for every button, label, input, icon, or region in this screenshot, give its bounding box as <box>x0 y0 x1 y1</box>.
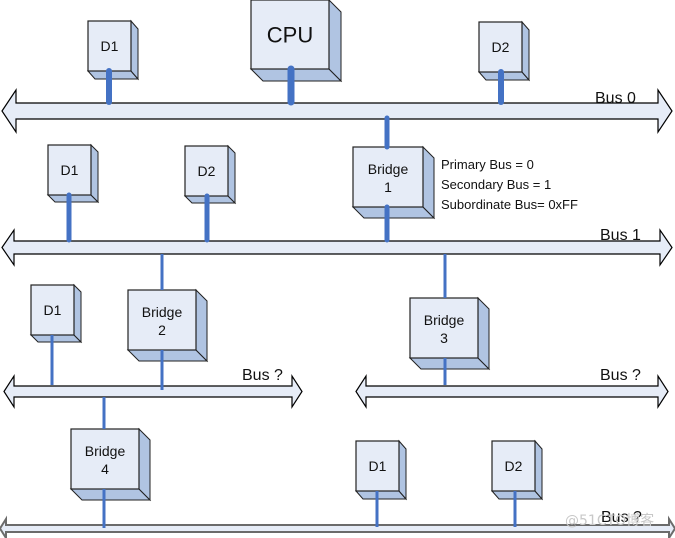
node-number: 1 <box>384 179 392 195</box>
node-bottom-face <box>126 349 209 362</box>
node-label: D2 <box>505 458 523 474</box>
node-bridge3: Bridge 3 <box>408 296 491 371</box>
bridge1-subordinate-bus: Subordinate Bus= 0xFF <box>441 197 578 212</box>
node-cpu: CPU <box>249 0 343 83</box>
bus-right-label: Bus ? <box>600 367 641 384</box>
node-b1-d2: D2 <box>183 144 237 205</box>
node-right-face <box>195 288 208 363</box>
node-front-face <box>70 428 140 490</box>
node-label: D2 <box>198 163 216 179</box>
node-number: 3 <box>440 330 448 346</box>
bridge1-primary-bus: Primary Bus = 0 <box>441 157 534 172</box>
node-right-face <box>477 296 490 371</box>
node-right-face <box>138 427 151 502</box>
node-right-face <box>534 439 543 501</box>
node-label: D1 <box>44 302 62 318</box>
node-right-face <box>227 144 236 205</box>
node-label: D1 <box>369 458 387 474</box>
bus-left-label: Bus ? <box>242 367 283 384</box>
node-b4-d2: D2 <box>490 439 544 501</box>
node-right-face <box>521 20 530 82</box>
node-bottom-face <box>46 194 100 203</box>
node-front-face <box>409 297 479 359</box>
pci-bus-diagram: CPUD1 D2Bridge1D1 D2D1 Bridge2Bridge3Bridge… <box>0 0 675 538</box>
node-right-face <box>398 439 407 501</box>
node-bottom-face <box>354 490 408 500</box>
node-bridge1: Bridge 1 <box>351 145 436 220</box>
node-bottom-face <box>183 195 237 204</box>
node-label: D1 <box>101 38 119 54</box>
node-b4-d1: D1 <box>354 439 408 501</box>
node-right-face <box>328 0 342 83</box>
node-number: 2 <box>158 322 166 338</box>
node-bottom-face <box>490 490 544 500</box>
node-b0-d1: D1 <box>86 19 140 81</box>
node-bottom-face <box>249 68 343 82</box>
node-label: Bridge <box>424 312 465 328</box>
bus-1-label: Bus 1 <box>600 227 641 244</box>
node-right-face <box>73 283 82 344</box>
node-label: CPU <box>267 22 313 47</box>
bus-arrow-bus0 <box>1 88 673 134</box>
node-b2-d1: D1 <box>29 283 83 344</box>
node-bridge2: Bridge 2 <box>126 288 209 363</box>
node-front-face <box>127 289 197 351</box>
bus-0-label: Bus 0 <box>595 90 636 107</box>
node-b0-d2: D2 <box>477 20 531 82</box>
node-label: D1 <box>61 162 79 178</box>
node-label: Bridge <box>142 304 183 320</box>
node-right-face <box>130 19 139 81</box>
node-label: D2 <box>492 39 510 55</box>
node-bottom-face <box>351 206 436 219</box>
bridge1-secondary-bus: Secondary Bus = 1 <box>441 177 551 192</box>
bus-arrow-bus1 <box>1 228 673 267</box>
node-label: Bridge <box>368 161 409 177</box>
watermark: @51CTO博客 <box>565 512 654 529</box>
node-bottom-face <box>29 334 83 343</box>
node-number: 4 <box>101 461 109 477</box>
node-bottom-face <box>408 357 491 370</box>
node-b1-d1: D1 <box>46 143 100 204</box>
node-bridge4: Bridge 4 <box>69 427 152 502</box>
node-right-face <box>90 143 99 204</box>
node-right-face <box>422 145 435 220</box>
node-front-face <box>352 146 424 208</box>
node-bottom-face <box>86 70 140 80</box>
node-label: Bridge <box>85 443 126 459</box>
node-bottom-face <box>69 488 152 501</box>
